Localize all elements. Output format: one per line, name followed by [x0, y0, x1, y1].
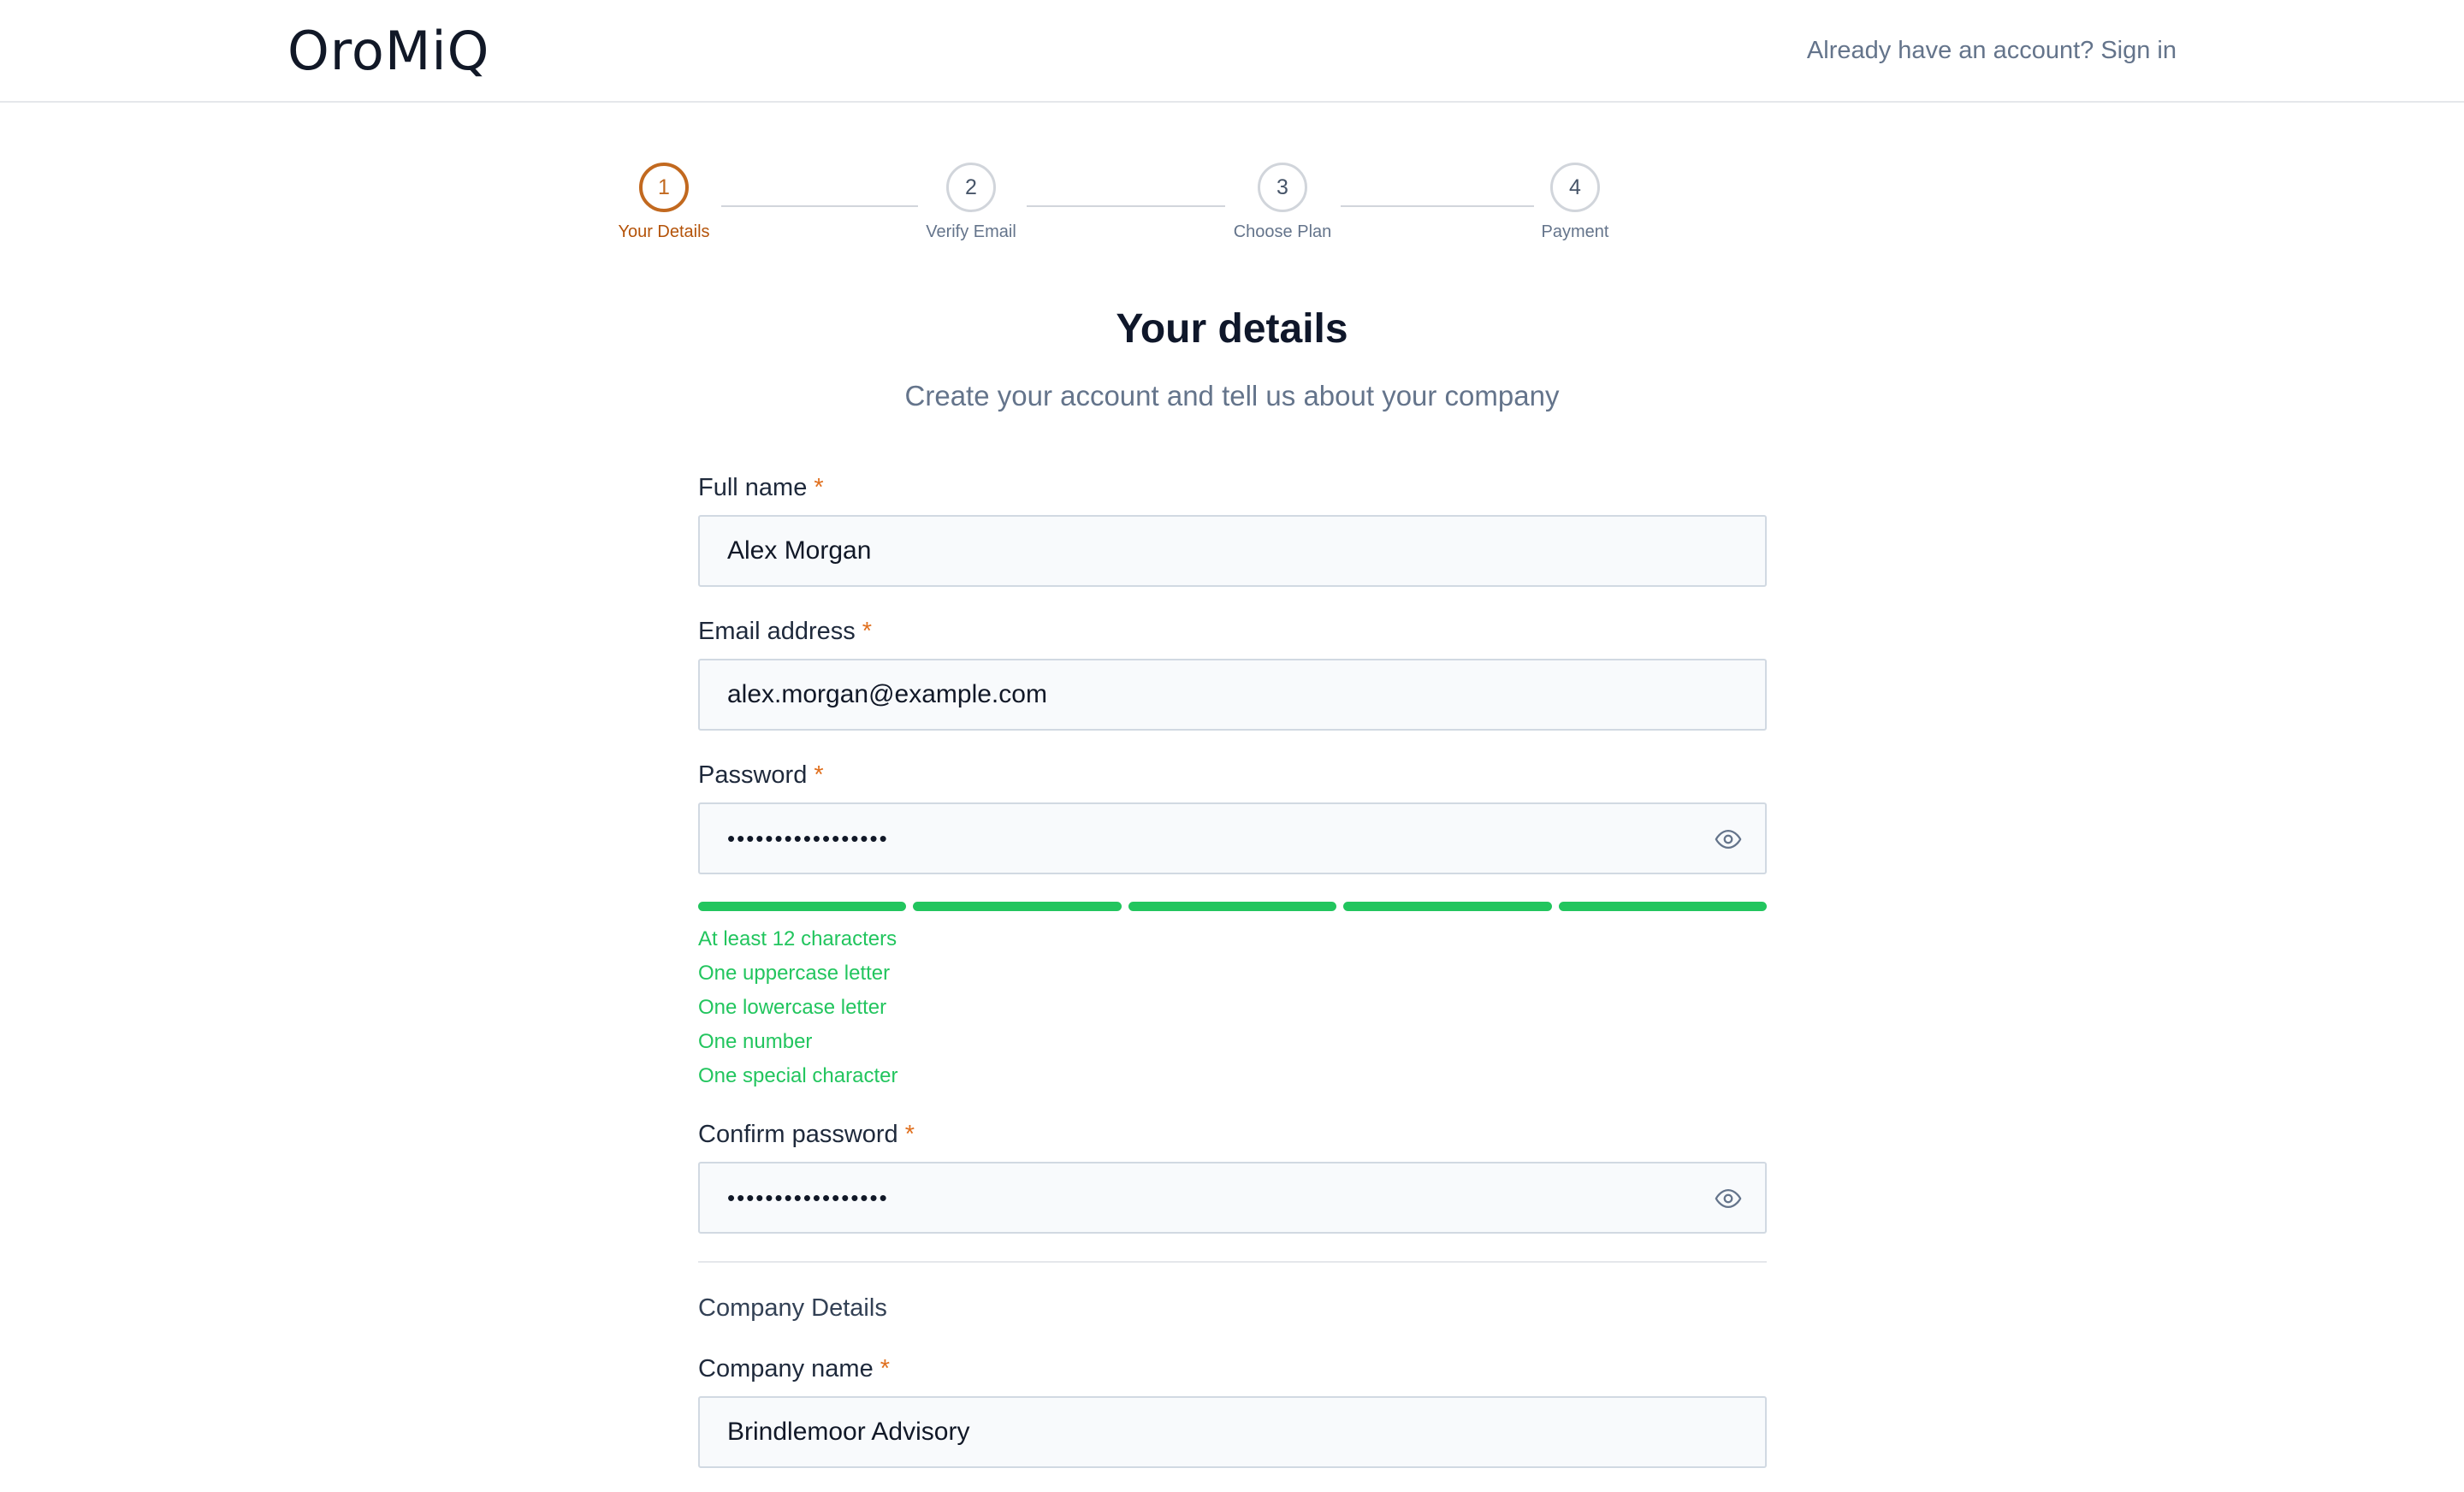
label-text: Company name	[698, 1355, 874, 1382]
full-name-input[interactable]: Alex Morgan	[698, 515, 1767, 587]
strength-segment	[913, 902, 1122, 911]
requirement-special: One special character	[698, 1064, 898, 1087]
password-input[interactable]: •••••••••••••••••	[698, 802, 1767, 874]
top-header: OroMiQ Already have an account? Sign in	[0, 0, 2464, 103]
step-number: 3	[1258, 163, 1307, 212]
strength-segment	[1128, 902, 1337, 911]
required-mark: *	[904, 1121, 915, 1148]
email-label: Email address *	[698, 614, 872, 648]
sign-in-link[interactable]: Already have an account? Sign in	[1807, 33, 2177, 68]
confirm-password-label: Confirm password *	[698, 1117, 915, 1152]
strength-segment	[698, 902, 907, 911]
company-name-value: Brindlemoor Advisory	[727, 1418, 970, 1446]
step-number: 1	[639, 163, 689, 212]
section-divider	[698, 1261, 1767, 1263]
eye-icon[interactable]	[1714, 825, 1743, 854]
step-payment: 4 Payment	[1490, 163, 1661, 242]
strength-segment	[1558, 902, 1768, 911]
requirement-uppercase: One uppercase letter	[698, 962, 891, 985]
password-strength-meter	[698, 902, 1768, 912]
label-text: Full name	[698, 474, 808, 501]
step-number: 4	[1550, 163, 1600, 212]
step-choose-plan: 3 Choose Plan	[1197, 163, 1368, 242]
requirement-number: One number	[698, 1030, 813, 1053]
required-mark: *	[814, 761, 824, 789]
step-label: Verify Email	[926, 222, 1016, 241]
strength-segment	[1343, 902, 1552, 911]
label-text: Email address	[698, 618, 856, 645]
step-label: Choose Plan	[1233, 222, 1332, 241]
step-label: Your Details	[618, 222, 710, 241]
company-name-label: Company name *	[698, 1352, 890, 1386]
page-subtitle: Create your account and tell us about yo…	[904, 380, 1560, 411]
confirm-password-value: •••••••••••••••••	[727, 1185, 889, 1211]
email-value: alex.morgan@example.com	[727, 680, 1047, 708]
step-number: 2	[946, 163, 996, 212]
requirement-length: At least 12 characters	[698, 927, 897, 950]
step-verify-email: 2 Verify Email	[886, 163, 1057, 242]
brand-logo[interactable]: OroMiQ	[287, 19, 489, 84]
eye-icon[interactable]	[1714, 1184, 1743, 1213]
required-mark: *	[862, 618, 873, 645]
required-mark: *	[880, 1355, 891, 1382]
label-text: Password	[698, 761, 808, 789]
password-requirements-list: At least 12 characters One uppercase let…	[698, 922, 897, 1093]
full-name-value: Alex Morgan	[727, 536, 872, 565]
password-label: Password *	[698, 758, 824, 792]
company-name-input[interactable]: Brindlemoor Advisory	[698, 1396, 1767, 1468]
step-your-details: 1 Your Details	[578, 163, 749, 242]
label-text: Confirm password	[698, 1121, 898, 1148]
step-label: Payment	[1541, 222, 1609, 241]
required-mark: *	[814, 474, 824, 501]
password-value: •••••••••••••••••	[727, 826, 889, 851]
signup-stepper: 1 Your Details 2 Verify Email 3 Choose P…	[0, 163, 2464, 257]
company-details-heading: Company Details	[698, 1294, 887, 1322]
confirm-password-input[interactable]: •••••••••••••••••	[698, 1162, 1767, 1234]
requirement-lowercase: One lowercase letter	[698, 996, 887, 1019]
full-name-label: Full name *	[698, 471, 824, 505]
email-input[interactable]: alex.morgan@example.com	[698, 659, 1767, 731]
page-title: Your details	[1116, 306, 1348, 352]
